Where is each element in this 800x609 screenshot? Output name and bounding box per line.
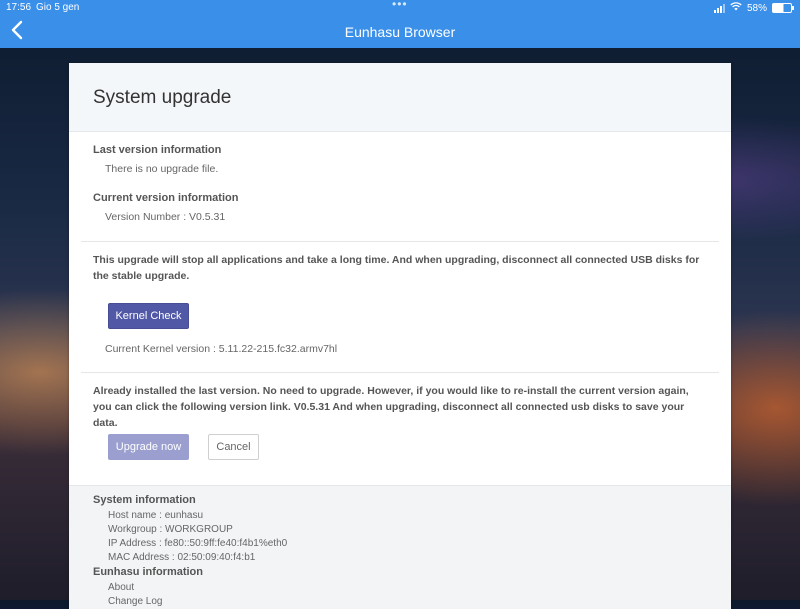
info-footer: System information Host name : eunhasu W… <box>69 485 731 609</box>
battery-percent: 58% <box>746 2 767 14</box>
kernel-version-section: Current Kernel version : 5.11.22-215.fc3… <box>93 343 719 355</box>
kernel-warning-text: This upgrade will stop all applications … <box>93 254 700 282</box>
wifi-icon <box>730 2 742 14</box>
eunhasu-info-label: Eunhasu information <box>93 566 203 578</box>
mac-address: MAC Address : 02:50:09:40:f4:b1 <box>108 552 256 563</box>
kernel-warning: This upgrade will stop all applications … <box>93 252 701 284</box>
last-version-label: Last version information <box>93 144 222 156</box>
current-version-value: Version Number : V0.5.31 <box>105 211 226 223</box>
current-version-section: Current version information Version Numb… <box>93 192 719 223</box>
upgrade-now-button[interactable]: Upgrade now <box>108 434 189 460</box>
battery-icon <box>772 3 794 13</box>
nav-title: Eunhasu Browser <box>344 24 456 40</box>
current-version-label: Current version information <box>93 192 239 204</box>
last-version-section: Last version information There is no upg… <box>93 144 719 175</box>
status-indicators: 58% <box>713 2 794 14</box>
kernel-check-button[interactable]: Kernel Check <box>108 303 189 329</box>
status-bar: 17:56 Gio 5 gen ••• 58% <box>0 0 800 16</box>
system-upgrade-panel: System upgrade Last version information … <box>69 63 731 609</box>
cancel-button[interactable]: Cancel <box>208 434 259 460</box>
signal-icon <box>713 3 725 13</box>
change-log-link[interactable]: Change Log <box>108 596 163 607</box>
panel-header: System upgrade <box>69 63 731 132</box>
nav-bar: Eunhasu Browser <box>0 16 800 48</box>
workgroup: Workgroup : WORKGROUP <box>108 524 233 535</box>
upgrade-note-text: Already installed the last version. No n… <box>93 385 689 429</box>
host-name: Host name : eunhasu <box>108 510 204 521</box>
about-link[interactable]: About <box>108 582 134 593</box>
status-time: 17:56 <box>6 2 32 13</box>
divider <box>81 241 719 242</box>
system-info-label: System information <box>93 494 196 506</box>
multitasking-dots-icon[interactable]: ••• <box>392 0 408 11</box>
ip-address: IP Address : fe80::50:9ff:fe40:f4b1%eth0 <box>108 538 288 549</box>
status-date: Gio 5 gen <box>36 2 80 13</box>
kernel-version-value: Current Kernel version : 5.11.22-215.fc3… <box>105 343 338 355</box>
last-version-value: There is no upgrade file. <box>105 163 219 175</box>
divider <box>81 372 719 373</box>
page-title: System upgrade <box>93 87 232 108</box>
upgrade-note: Already installed the last version. No n… <box>93 383 705 431</box>
